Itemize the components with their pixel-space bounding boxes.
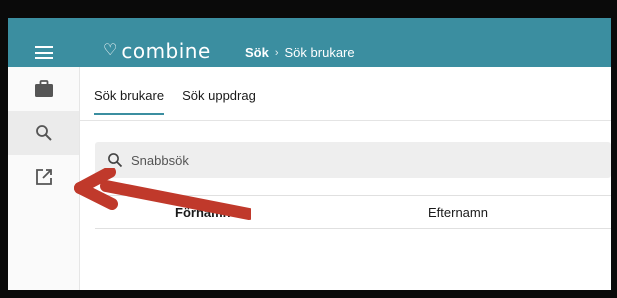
tab-sok-uppdrag[interactable]: Sök uppdrag [182, 88, 256, 115]
hamburger-menu-icon[interactable] [35, 46, 53, 59]
search-placeholder: Snabbsök [131, 152, 189, 168]
heart-icon: ♡ [103, 42, 118, 59]
open-in-new-icon [35, 169, 52, 185]
breadcrumb-item-sok-brukare: Sök brukare [284, 45, 355, 60]
logo[interactable]: ♡ combine [103, 39, 211, 63]
column-header-efternamn[interactable]: Efternamn [428, 205, 488, 220]
breadcrumb: Sök › Sök brukare [245, 45, 355, 60]
app-header: ♡ combine Sök › Sök brukare [8, 18, 611, 67]
sidebar-item-search[interactable] [8, 111, 79, 155]
breadcrumb-separator: › [274, 46, 279, 59]
app-window: ♡ combine Sök › Sök brukare Sök brukare … [0, 0, 617, 298]
tab-bar: Sök brukare Sök uppdrag [94, 88, 256, 115]
top-border [8, 8, 611, 18]
annotation-arrow [74, 168, 251, 220]
briefcase-icon [34, 80, 53, 97]
sidebar-item-briefcase[interactable] [8, 67, 79, 111]
search-icon [108, 153, 123, 168]
breadcrumb-item-sok[interactable]: Sök [245, 45, 269, 60]
arrow-shaft [100, 180, 251, 220]
tab-divider [80, 120, 611, 121]
search-icon [35, 125, 52, 141]
logo-text: combine [121, 39, 211, 63]
tab-sok-brukare[interactable]: Sök brukare [94, 88, 165, 115]
